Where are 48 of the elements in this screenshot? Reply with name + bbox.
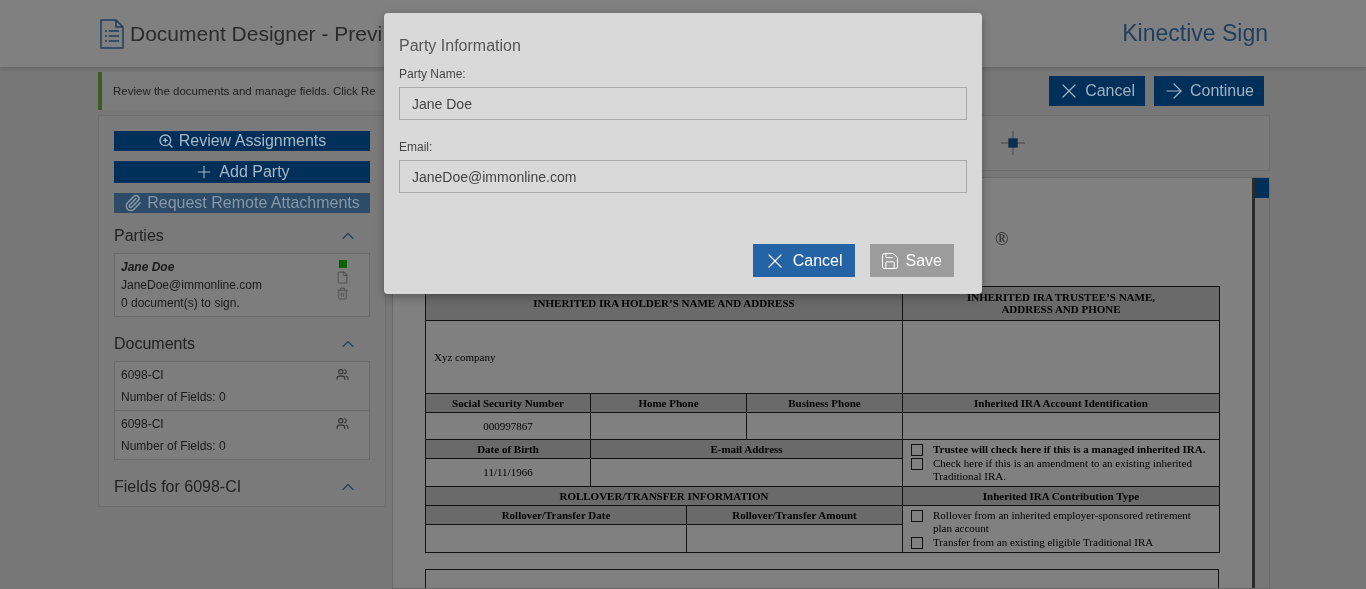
checkbox[interactable] xyxy=(911,444,923,456)
cancel-button[interactable]: Cancel xyxy=(1049,76,1145,106)
input-field[interactable]: JaneDoe@immonline.com xyxy=(399,160,967,193)
people-icon[interactable] xyxy=(336,417,349,430)
add-party-button[interactable]: Add Party xyxy=(114,161,370,183)
checkbox[interactable] xyxy=(911,537,923,549)
document-icon[interactable] xyxy=(336,271,349,284)
page-title: Document Designer - Previ xyxy=(130,21,383,46)
people-icon[interactable] xyxy=(336,368,349,381)
scrollbar-thumb[interactable] xyxy=(1255,178,1269,198)
table-cell: 000997867 xyxy=(425,412,591,440)
party-name: Jane Doe xyxy=(121,259,176,276)
registered-mark: ® xyxy=(995,229,1009,250)
section-title: Fields for 6098-CI xyxy=(114,478,242,496)
checkbox[interactable] xyxy=(911,458,923,470)
section-title: Documents xyxy=(114,335,195,353)
option-label: Trustee will check here if this is a managed inherited IRA. xyxy=(933,443,1206,456)
save-icon xyxy=(879,250,900,271)
dialog-title: Party Information xyxy=(399,37,522,55)
table-heading: INHERITED IRA TRUSTEE’S NAME, ADDRESS AND PHONE xyxy=(902,286,1220,321)
section-title: Parties xyxy=(114,227,164,245)
party-email: JaneDoe@immonline.com xyxy=(121,277,262,294)
party-summary: 0 document(s) to sign. xyxy=(121,295,241,312)
continue-button[interactable]: Continue xyxy=(1153,76,1264,106)
checkbox[interactable] xyxy=(911,510,923,522)
review-assignments-button[interactable]: Review Assignments xyxy=(114,131,370,151)
option-label: Check here if this is an amendment to an existing inherited Traditional IRA. xyxy=(933,457,1194,483)
field-count: Number of Fields: 0 xyxy=(121,438,226,455)
document-name: 6098-CI xyxy=(121,416,165,433)
party-card[interactable]: Jane Doe JaneDoe@immonline.com 0 document(s) to sign. xyxy=(114,253,370,317)
option-label: Transfer from an existing eligible Traditional IRA xyxy=(933,536,1154,549)
paperclip-icon xyxy=(124,194,143,212)
move-handle-icon[interactable] xyxy=(1000,130,1026,156)
field-count: Number of Fields: 0 xyxy=(121,389,226,406)
zoom-in-icon xyxy=(157,133,174,149)
brand-name: Kinective Sign xyxy=(1122,20,1268,47)
table-cell: Xyz company xyxy=(425,320,903,394)
document-card[interactable]: 6098-CI Number of Fields: 0 xyxy=(114,361,370,411)
option-label: Rollover from an inherited employer-sponsored retirement plan account xyxy=(933,509,1192,535)
cancel-button[interactable]: Cancel xyxy=(752,244,855,277)
document-name: 6098-CI xyxy=(121,367,165,384)
document-list-icon xyxy=(100,18,124,49)
table-cell: 11/11/1966 xyxy=(425,458,591,487)
delete-icon[interactable] xyxy=(336,287,349,300)
input-field[interactable]: Jane Doe xyxy=(399,87,967,120)
document-card[interactable]: 6098-CI Number of Fields: 0 xyxy=(114,410,370,460)
table-heading: Rollover/Transfer Date xyxy=(425,505,687,525)
field-label: Email: xyxy=(399,140,434,154)
